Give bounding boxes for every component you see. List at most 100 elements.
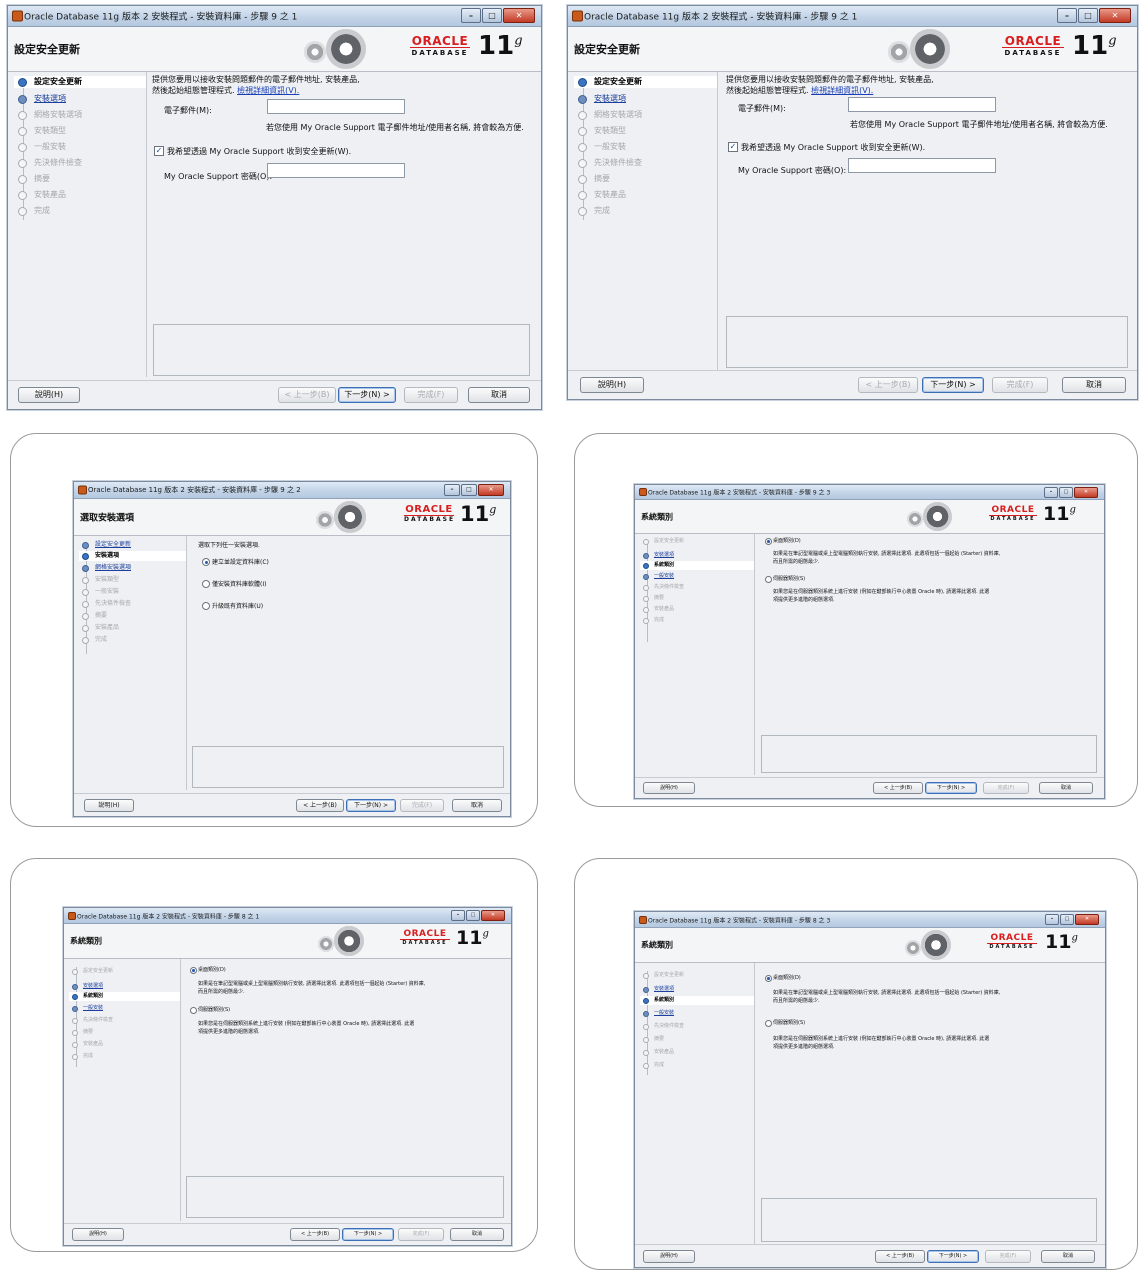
title-bar[interactable]: Oracle Database 11g 版本 2 安裝程式 - 安裝資料庫 - … [8,6,541,27]
minimize-icon[interactable]: – [1044,487,1058,498]
step-security[interactable]: 設定安全更新 [574,76,717,88]
title-bar[interactable]: Oracle Database 11g 版本 2 安裝程式 - 安裝資料庫 - … [64,908,511,924]
finish-button[interactable]: 完成(F) [398,1228,444,1241]
security-updates-checkbox[interactable]: ✓ [154,146,164,156]
back-button[interactable]: < 上一步(B) [873,782,923,794]
maximize-icon[interactable]: □ [466,910,480,921]
radio-server-class[interactable] [765,576,772,583]
email-field[interactable] [848,97,996,112]
cancel-button[interactable]: 取消 [452,799,502,812]
title-bar[interactable]: Oracle Database 11g 版本 2 安裝程式 - 安裝資料庫 - … [635,485,1104,500]
help-button[interactable]: 說明(H) [84,799,134,812]
step-install-options[interactable]: 安裝選項 [79,551,186,561]
close-icon[interactable]: ✕ [478,484,504,496]
minimize-icon[interactable]: – [451,910,465,921]
title-bar[interactable]: Oracle Database 11g 版本 2 安裝程式 - 安裝資料庫 - … [635,912,1105,928]
page-title: 系統類別 [641,940,673,950]
oracle-app-icon [639,915,647,924]
close-icon[interactable]: ✕ [1074,487,1098,498]
finish-button[interactable]: 完成(F) [992,377,1048,393]
step-system-class[interactable]: 系統類別 [69,992,180,1001]
step-typical-install[interactable]: 一般安裝 [69,1004,180,1013]
step-system-class[interactable]: 系統類別 [640,996,754,1005]
maximize-icon[interactable]: □ [1060,914,1074,925]
close-icon[interactable]: ✕ [1099,8,1131,23]
minimize-icon[interactable]: – [1045,914,1059,925]
step-system-class[interactable]: 系統類別 [640,561,754,570]
help-button[interactable]: 說明(H) [643,782,695,794]
next-button[interactable]: 下一步(N) > [922,377,984,393]
radio-desktop-class[interactable] [765,538,772,545]
gear-icon [923,502,952,531]
password-field[interactable] [848,158,996,173]
security-updates-checkbox[interactable]: ✓ [728,142,738,152]
finish-button[interactable]: 完成(F) [404,387,458,403]
help-button[interactable]: 說明(H) [72,1228,124,1241]
cancel-button[interactable]: 取消 [468,387,530,403]
password-field[interactable] [267,163,405,178]
next-button[interactable]: 下一步(N) > [925,782,977,794]
view-details-link[interactable]: 檢視詳細資訊(V). [811,86,873,95]
radio-server-class[interactable] [190,1007,197,1014]
title-bar[interactable]: Oracle Database 11g 版本 2 安裝程式 - 安裝資料庫 - … [568,6,1137,27]
minimize-icon[interactable]: – [444,484,460,496]
finish-button[interactable]: 完成(F) [983,782,1029,794]
step-security[interactable]: 設定安全更新 [14,76,146,88]
step-install-options[interactable]: 安裝選項 [640,985,754,994]
back-button[interactable]: < 上一步(B) [278,387,336,403]
close-icon[interactable]: ✕ [1075,914,1099,925]
radio-software-only[interactable] [202,580,210,588]
oracle-database-logo: ORACLE DATABASE [400,930,450,946]
maximize-icon[interactable]: □ [1078,8,1098,23]
oracle-database-logo: ORACLE DATABASE [989,505,1037,522]
help-button[interactable]: 說明(H) [18,387,80,403]
minimize-icon[interactable]: – [1057,8,1077,23]
cancel-button[interactable]: 取消 [450,1228,504,1241]
page-title: 系統類別 [70,936,102,946]
next-button[interactable]: 下一步(N) > [342,1228,394,1241]
maximize-icon[interactable]: □ [482,8,502,23]
help-button[interactable]: 說明(H) [643,1250,695,1263]
step-typical-install: 一般安裝 [14,141,146,153]
next-button[interactable]: 下一步(N) > [927,1250,979,1263]
maximize-icon[interactable]: □ [461,484,477,496]
radio-upgrade-db[interactable] [202,602,210,610]
next-button[interactable]: 下一步(N) > [338,387,396,403]
finish-button[interactable]: 完成(F) [400,799,444,812]
finish-button[interactable]: 完成(F) [985,1250,1031,1263]
back-button[interactable]: < 上一步(B) [296,799,344,812]
step-typical-install[interactable]: 一般安裝 [640,1009,754,1018]
next-button[interactable]: 下一步(N) > [346,799,396,812]
help-button[interactable]: 說明(H) [580,377,644,393]
cancel-button[interactable]: 取消 [1039,782,1093,794]
close-icon[interactable]: ✕ [481,910,505,921]
message-pane [192,746,504,788]
maximize-icon[interactable]: □ [1059,487,1073,498]
close-icon[interactable]: ✕ [503,8,535,23]
back-button[interactable]: < 上一步(B) [875,1250,925,1263]
minimize-icon[interactable]: – [461,8,481,23]
view-details-link[interactable]: 檢視詳細資訊(V). [237,86,299,95]
message-pane [186,1176,504,1218]
radio-server-class[interactable] [765,1020,772,1027]
step-prereq-check: 先決條件檢查 [640,1022,754,1031]
step-grid-options[interactable]: 網格安裝選項 [79,563,186,573]
step-install-options[interactable]: 安裝選項 [574,93,717,105]
back-button[interactable]: < 上一步(B) [858,377,918,393]
cancel-button[interactable]: 取消 [1041,1250,1095,1263]
email-field[interactable] [267,99,405,114]
radio-desktop-class[interactable] [765,975,772,982]
title-bar[interactable]: Oracle Database 11g 版本 2 安裝程式 - 安裝資料庫 - … [74,482,510,499]
radio-create-db[interactable] [202,558,210,566]
back-button[interactable]: < 上一步(B) [290,1228,340,1241]
window-title: Oracle Database 11g 版本 2 安裝程式 - 安裝資料庫 - … [24,12,298,23]
step-prereq-check: 先決條件檢查 [69,1016,180,1025]
cancel-button[interactable]: 取消 [1062,377,1126,393]
step-typical-install[interactable]: 一般安裝 [640,572,754,581]
step-install-options[interactable]: 安裝選項 [14,93,146,105]
step-summary: 摘要 [574,173,717,185]
step-security[interactable]: 設定安全更新 [79,540,186,550]
radio-desktop-class[interactable] [190,967,197,974]
step-install-options[interactable]: 安裝選項 [69,982,180,991]
step-install-options[interactable]: 安裝選項 [640,551,754,560]
